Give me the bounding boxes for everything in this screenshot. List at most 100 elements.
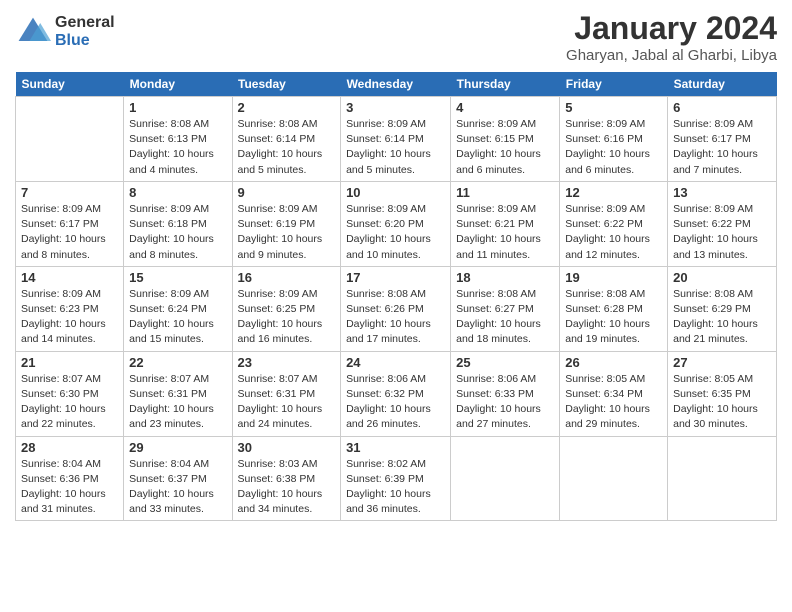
date-number: 4	[456, 100, 554, 115]
header-friday: Friday	[560, 72, 668, 97]
day-info: Sunrise: 8:09 AMSunset: 6:20 PMDaylight:…	[346, 202, 445, 263]
date-number: 20	[673, 270, 771, 285]
date-number: 15	[129, 270, 226, 285]
day-info: Sunrise: 8:09 AMSunset: 6:19 PMDaylight:…	[238, 202, 336, 263]
header-monday: Monday	[124, 72, 232, 97]
date-number: 23	[238, 355, 336, 370]
day-info: Sunrise: 8:09 AMSunset: 6:22 PMDaylight:…	[565, 202, 662, 263]
day-cell: 2Sunrise: 8:08 AMSunset: 6:14 PMDaylight…	[232, 97, 341, 182]
date-number: 21	[21, 355, 118, 370]
date-number: 1	[129, 100, 226, 115]
header-thursday: Thursday	[451, 72, 560, 97]
day-cell: 19Sunrise: 8:08 AMSunset: 6:28 PMDayligh…	[560, 266, 668, 351]
day-info: Sunrise: 8:04 AMSunset: 6:36 PMDaylight:…	[21, 457, 118, 518]
day-cell: 25 Sunrise: 8:06 AMSunset: 6:33 PMDayligh…	[451, 351, 560, 436]
day-info: Sunrise: 8:09 AMSunset: 6:16 PMDaylight:…	[565, 117, 662, 178]
day-cell	[451, 436, 560, 521]
day-cell: 1Sunrise: 8:08 AMSunset: 6:13 PMDaylight…	[124, 97, 232, 182]
day-info: Sunrise: 8:03 AMSunset: 6:38 PMDaylight:…	[238, 457, 336, 518]
day-cell: 22 Sunrise: 8:07 AMSunset: 6:31 PMDayligh…	[124, 351, 232, 436]
day-cell: 13 Sunrise: 8:09 AMSunset: 6:22 PMDayligh…	[668, 181, 777, 266]
day-info: Sunrise: 8:09 AMSunset: 6:18 PMDaylight:…	[129, 202, 226, 263]
week-row-5: 28 Sunrise: 8:04 AMSunset: 6:36 PMDayligh…	[16, 436, 777, 521]
header-tuesday: Tuesday	[232, 72, 341, 97]
day-cell: 16 Sunrise: 8:09 AMSunset: 6:25 PMDayligh…	[232, 266, 341, 351]
week-row-4: 21Sunrise: 8:07 AMSunset: 6:30 PMDayligh…	[16, 351, 777, 436]
week-row-3: 14 Sunrise: 8:09 AMSunset: 6:23 PMDayligh…	[16, 266, 777, 351]
day-cell: 15 Sunrise: 8:09 AMSunset: 6:24 PMDayligh…	[124, 266, 232, 351]
day-cell: 3Sunrise: 8:09 AMSunset: 6:14 PMDaylight…	[341, 97, 451, 182]
logo-icon	[15, 14, 51, 50]
calendar-table: Sunday Monday Tuesday Wednesday Thursday…	[15, 72, 777, 521]
day-info: Sunrise: 8:02 AMSunset: 6:39 PMDaylight:…	[346, 457, 445, 518]
day-info: Sunrise: 8:06 AMSunset: 6:33 PMDaylight:…	[456, 372, 554, 433]
date-number: 17	[346, 270, 445, 285]
header-sunday: Sunday	[16, 72, 124, 97]
date-number: 5	[565, 100, 662, 115]
logo: General Blue	[15, 14, 115, 50]
day-cell: 28 Sunrise: 8:04 AMSunset: 6:36 PMDayligh…	[16, 436, 124, 521]
day-info: Sunrise: 8:04 AMSunset: 6:37 PMDaylight:…	[129, 457, 226, 518]
day-info: Sunrise: 8:05 AMSunset: 6:34 PMDaylight:…	[565, 372, 662, 433]
day-cell: 31Sunrise: 8:02 AMSunset: 6:39 PMDayligh…	[341, 436, 451, 521]
date-number: 27	[673, 355, 771, 370]
date-number: 8	[129, 185, 226, 200]
day-info: Sunrise: 8:07 AMSunset: 6:31 PMDaylight:…	[129, 372, 226, 433]
day-info: Sunrise: 8:09 AMSunset: 6:22 PMDaylight:…	[673, 202, 771, 263]
day-cell: 12 Sunrise: 8:09 AMSunset: 6:22 PMDayligh…	[560, 181, 668, 266]
week-row-1: 1Sunrise: 8:08 AMSunset: 6:13 PMDaylight…	[16, 97, 777, 182]
date-number: 14	[21, 270, 118, 285]
day-cell: 27Sunrise: 8:05 AMSunset: 6:35 PMDayligh…	[668, 351, 777, 436]
day-cell: 20Sunrise: 8:08 AMSunset: 6:29 PMDayligh…	[668, 266, 777, 351]
date-number: 7	[21, 185, 118, 200]
date-number: 18	[456, 270, 554, 285]
day-cell	[560, 436, 668, 521]
date-number: 29	[129, 440, 226, 455]
date-number: 2	[238, 100, 336, 115]
page-header: General Blue January 2024 Gharyan, Jabal…	[15, 10, 777, 64]
date-number: 19	[565, 270, 662, 285]
day-info: Sunrise: 8:09 AMSunset: 6:17 PMDaylight:…	[21, 202, 118, 263]
day-cell: 7 Sunrise: 8:09 AMSunset: 6:17 PMDaylight…	[16, 181, 124, 266]
date-number: 26	[565, 355, 662, 370]
week-row-2: 7 Sunrise: 8:09 AMSunset: 6:17 PMDaylight…	[16, 181, 777, 266]
day-info: Sunrise: 8:09 AMSunset: 6:14 PMDaylight:…	[346, 117, 445, 178]
date-number: 22	[129, 355, 226, 370]
date-number: 10	[346, 185, 445, 200]
date-number: 28	[21, 440, 118, 455]
title-block: January 2024 Gharyan, Jabal al Gharbi, L…	[566, 10, 777, 64]
day-info: Sunrise: 8:09 AMSunset: 6:17 PMDaylight:…	[673, 117, 771, 178]
logo-general: General	[55, 14, 115, 32]
day-cell: 26 Sunrise: 8:05 AMSunset: 6:34 PMDayligh…	[560, 351, 668, 436]
header-wednesday: Wednesday	[341, 72, 451, 97]
day-cell: 8 Sunrise: 8:09 AMSunset: 6:18 PMDaylight…	[124, 181, 232, 266]
day-info: Sunrise: 8:09 AMSunset: 6:25 PMDaylight:…	[238, 287, 336, 348]
day-info: Sunrise: 8:07 AMSunset: 6:31 PMDaylight:…	[238, 372, 336, 433]
day-cell: 14 Sunrise: 8:09 AMSunset: 6:23 PMDayligh…	[16, 266, 124, 351]
date-number: 24	[346, 355, 445, 370]
day-cell: 17 Sunrise: 8:08 AMSunset: 6:26 PMDayligh…	[341, 266, 451, 351]
header-row: Sunday Monday Tuesday Wednesday Thursday…	[16, 72, 777, 97]
date-number: 11	[456, 185, 554, 200]
date-number: 25	[456, 355, 554, 370]
date-number: 16	[238, 270, 336, 285]
date-number: 12	[565, 185, 662, 200]
header-saturday: Saturday	[668, 72, 777, 97]
day-cell: 6Sunrise: 8:09 AMSunset: 6:17 PMDaylight…	[668, 97, 777, 182]
main-container: General Blue January 2024 Gharyan, Jabal…	[0, 0, 792, 531]
date-number: 13	[673, 185, 771, 200]
day-cell: 29 Sunrise: 8:04 AMSunset: 6:37 PMDayligh…	[124, 436, 232, 521]
day-info: Sunrise: 8:06 AMSunset: 6:32 PMDaylight:…	[346, 372, 445, 433]
logo-text: General Blue	[55, 14, 115, 49]
day-cell: 21Sunrise: 8:07 AMSunset: 6:30 PMDayligh…	[16, 351, 124, 436]
day-cell: 5 Sunrise: 8:09 AMSunset: 6:16 PMDaylight…	[560, 97, 668, 182]
day-cell	[668, 436, 777, 521]
day-info: Sunrise: 8:09 AMSunset: 6:23 PMDaylight:…	[21, 287, 118, 348]
day-info: Sunrise: 8:09 AMSunset: 6:24 PMDaylight:…	[129, 287, 226, 348]
day-cell	[16, 97, 124, 182]
day-cell: 4Sunrise: 8:09 AMSunset: 6:15 PMDaylight…	[451, 97, 560, 182]
main-title: January 2024	[566, 10, 777, 47]
date-number: 9	[238, 185, 336, 200]
day-cell: 30Sunrise: 8:03 AMSunset: 6:38 PMDayligh…	[232, 436, 341, 521]
day-info: Sunrise: 8:08 AMSunset: 6:26 PMDaylight:…	[346, 287, 445, 348]
